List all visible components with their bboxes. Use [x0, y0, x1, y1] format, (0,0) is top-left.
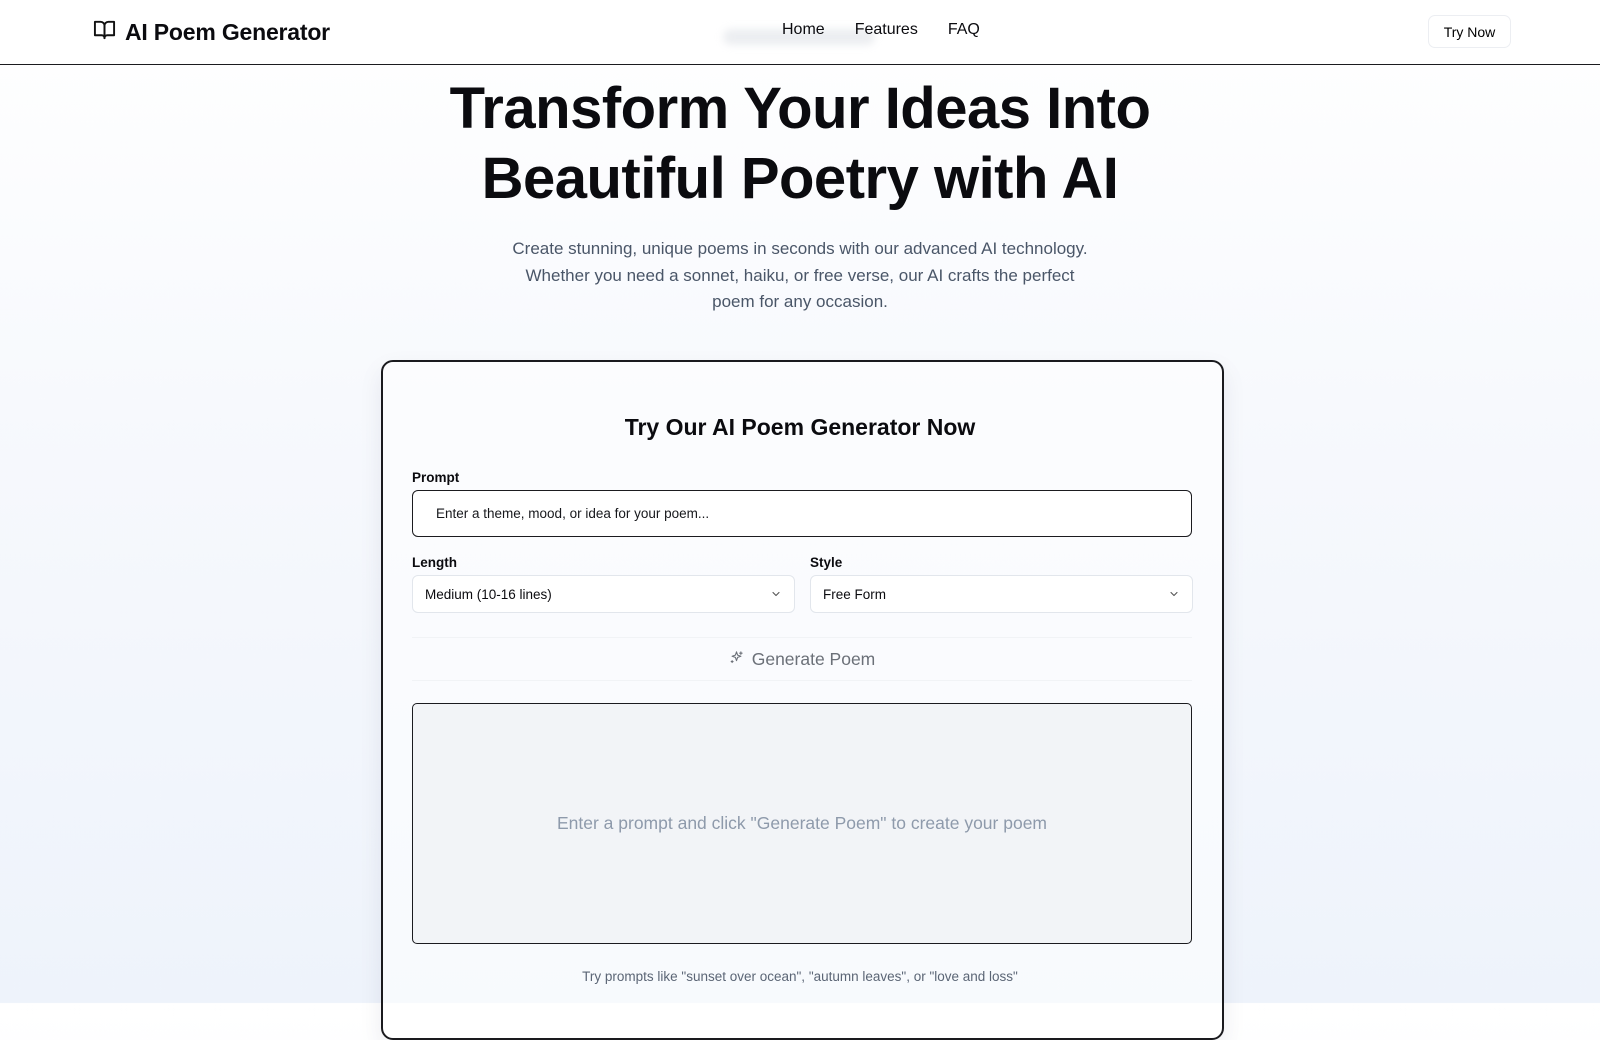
hero-subtitle-line-3: poem for any occasion. [712, 292, 888, 311]
hero-title-line-1: Transform Your Ideas Into [449, 76, 1151, 141]
hero-subtitle-line-2: Whether you need a sonnet, haiku, or fre… [525, 265, 1075, 285]
try-now-button[interactable]: Try Now [1428, 15, 1511, 48]
chevron-down-icon [770, 588, 782, 600]
brand[interactable]: AI Poem Generator [93, 18, 330, 46]
length-select-value: Medium (10-16 lines) [425, 586, 552, 602]
hero-title: Transform Your Ideas Into Beautiful Poet… [300, 74, 1300, 214]
sparkles-icon [729, 649, 744, 670]
length-select[interactable]: Medium (10-16 lines) [412, 575, 795, 613]
generate-poem-label: Generate Poem [751, 648, 876, 669]
style-label: Style [810, 555, 843, 570]
prompt-input[interactable] [412, 490, 1192, 537]
book-open-icon [93, 18, 116, 46]
nav-links: Home Features FAQ [782, 21, 980, 39]
prompt-label: Prompt [412, 470, 460, 485]
hero-subtitle-line-1: Create stunning, unique poems in seconds… [512, 239, 1088, 258]
brand-name: AI Poem Generator [125, 18, 330, 45]
generator-title: Try Our AI Poem Generator Now [624, 414, 976, 440]
hero-subtitle: Create stunning, unique poems in seconds… [470, 236, 1130, 316]
chevron-down-icon [1168, 588, 1180, 600]
poem-output-placeholder: Enter a prompt and click "Generate Poem"… [556, 813, 1048, 833]
nav-link-features[interactable]: Features [855, 21, 918, 39]
prompt-suggestions-hint: Try prompts like "sunset over ocean", "a… [582, 969, 1018, 984]
generate-poem-button[interactable]: Generate Poem [412, 637, 1192, 681]
style-select[interactable]: Free Form [810, 575, 1193, 613]
nav-link-faq[interactable]: FAQ [948, 21, 980, 39]
length-label: Length [412, 555, 457, 570]
hero-title-line-2: Beautiful Poetry with AI [481, 146, 1119, 211]
poem-output-area: Enter a prompt and click "Generate Poem"… [412, 703, 1192, 944]
style-select-value: Free Form [823, 586, 887, 602]
nav-link-home[interactable]: Home [782, 21, 825, 39]
top-navbar: AI Poem Generator Home Features FAQ Try … [0, 0, 1600, 65]
